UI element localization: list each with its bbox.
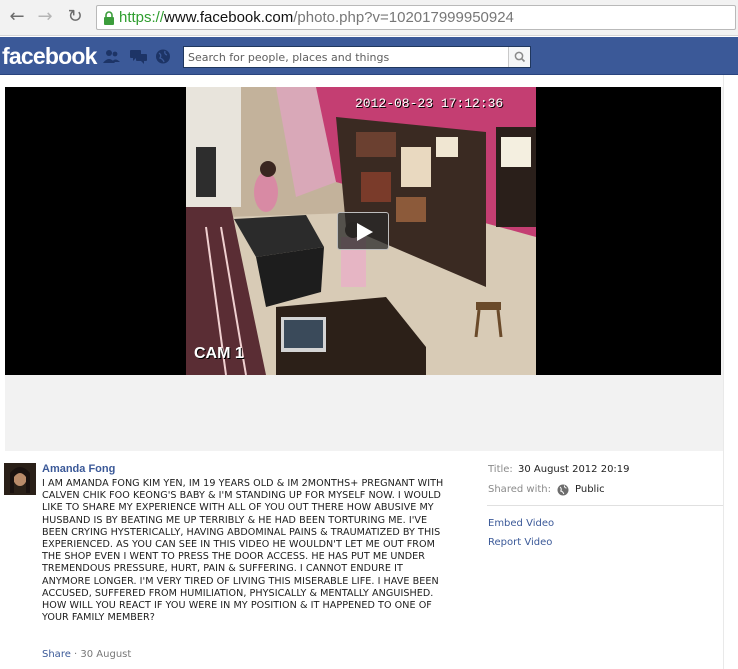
- post-date[interactable]: 30 August: [80, 649, 131, 660]
- address-bar[interactable]: https://www.facebook.com/photo.php?v=102…: [96, 5, 736, 30]
- messages-icon[interactable]: [130, 49, 147, 64]
- post-caption: I AM AMANDA FONG KIM YEN, IM 19 YEARS OL…: [42, 478, 444, 624]
- cctv-camera-label: CAM 1: [194, 345, 244, 362]
- shared-with-label: Shared with:: [488, 484, 551, 495]
- report-video-link[interactable]: Report Video: [488, 537, 552, 548]
- title-label: Title:: [488, 464, 513, 475]
- public-globe-icon: [557, 484, 569, 496]
- url-path: /photo.php?v=102017999950924: [293, 9, 514, 26]
- share-link[interactable]: Share: [42, 649, 71, 660]
- play-button[interactable]: [337, 212, 389, 250]
- media-stage: 2012-08-23 17:12:36 CAM 1: [5, 87, 723, 451]
- search-box: [183, 46, 531, 68]
- author-name-link[interactable]: Amanda Fong: [42, 463, 115, 475]
- play-icon: [357, 223, 373, 241]
- browser-toolbar: ← → ↻ https://www.facebook.com/photo.php…: [0, 0, 738, 36]
- magnifier-icon: [514, 51, 526, 63]
- avatar[interactable]: [4, 463, 36, 495]
- title-value: 30 August 2012 20:19: [518, 464, 630, 475]
- reload-icon[interactable]: ↻: [64, 6, 86, 28]
- notifications-globe-icon[interactable]: [155, 49, 172, 64]
- meta-divider: [487, 505, 723, 506]
- post-footer: Share · 30 August: [42, 649, 131, 660]
- search-input[interactable]: [184, 47, 510, 67]
- lock-icon: [104, 11, 114, 25]
- facebook-logo[interactable]: facebook: [2, 43, 97, 70]
- cctv-timestamp: 2012-08-23 17:12:36: [355, 96, 504, 111]
- profile-photo-image: [4, 463, 36, 495]
- embed-video-link[interactable]: Embed Video: [488, 518, 554, 529]
- facebook-header: facebook: [0, 37, 738, 75]
- friend-requests-icon[interactable]: [103, 49, 120, 64]
- search-button[interactable]: [508, 47, 530, 67]
- url-scheme: https://: [119, 9, 165, 26]
- forward-arrow-icon[interactable]: →: [34, 6, 56, 28]
- back-arrow-icon[interactable]: ←: [6, 6, 28, 28]
- url-host: www.facebook.com: [164, 9, 294, 26]
- content-border: [723, 75, 724, 669]
- footer-separator: ·: [70, 649, 81, 660]
- video-player[interactable]: 2012-08-23 17:12:36 CAM 1: [5, 87, 721, 375]
- shared-with-value[interactable]: Public: [575, 484, 605, 495]
- url-text: https://www.facebook.com/photo.php?v=102…: [119, 9, 514, 26]
